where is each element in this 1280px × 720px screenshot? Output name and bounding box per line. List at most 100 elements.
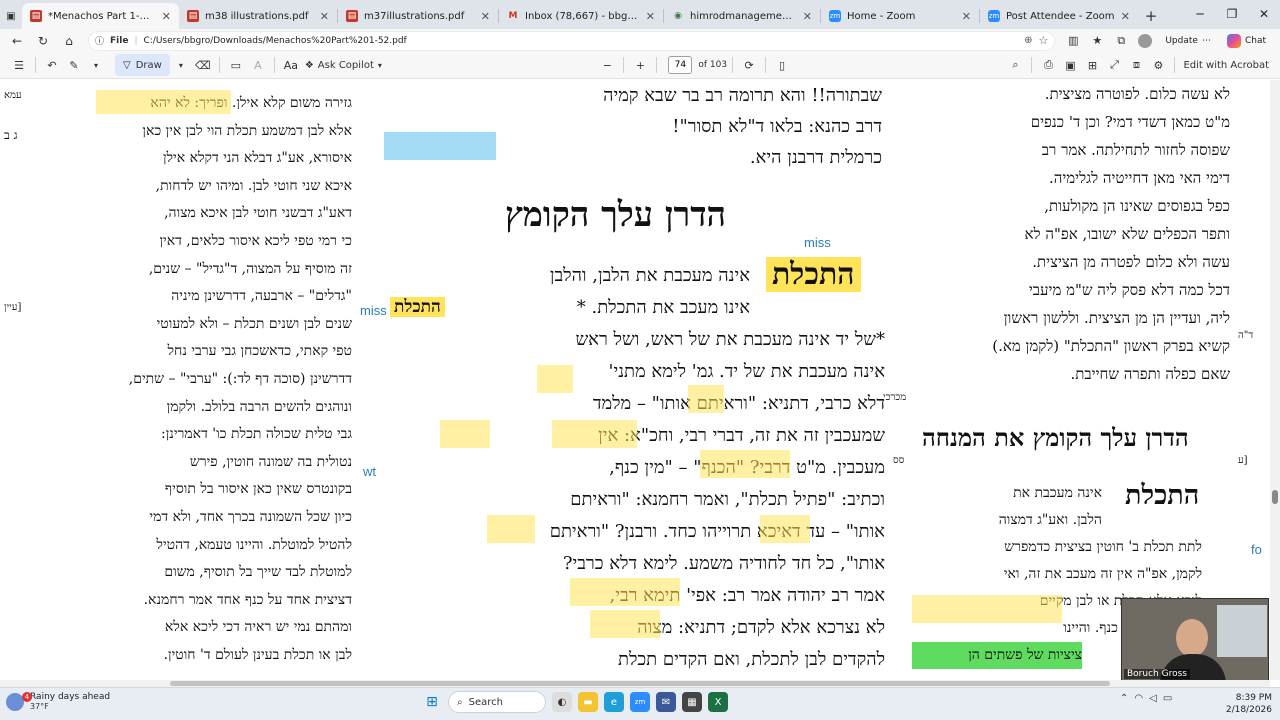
battery-icon[interactable]: ▭ (1163, 693, 1172, 704)
maximize-button[interactable]: ❐ (1216, 0, 1248, 28)
tray-chevron-icon[interactable]: ⌃ (1120, 693, 1128, 704)
new-tab-button[interactable]: + (1138, 3, 1164, 29)
save-icon[interactable]: ▣ (1059, 54, 1081, 76)
browser-nav-bar: ← ↻ ⌂ ⓘ File | C:/Users/bbgro/Downloads/… (0, 29, 1280, 52)
close-tab-icon[interactable]: ✕ (320, 10, 329, 23)
zoom-video-tile[interactable]: Boruch Gross (1121, 598, 1269, 682)
wifi-icon[interactable]: ◠ (1134, 693, 1143, 704)
favorites-icon[interactable]: ★ (1085, 30, 1109, 52)
draw-button[interactable]: ▽ Draw (115, 54, 170, 76)
margin-note: עמא (4, 90, 22, 101)
copilot-chat-button[interactable]: Chat (1219, 32, 1274, 50)
close-tab-icon[interactable]: ✕ (646, 10, 655, 23)
horizontal-scrollbar[interactable] (0, 680, 1270, 687)
toolbar-divider (732, 57, 734, 73)
text-line: למוטלת לבד שייך בל תוסיף, משום (164, 564, 352, 581)
text-line: אותו", כל חד לחודיה משמע. לימא דלא כרבי? (562, 553, 885, 574)
ask-copilot-button[interactable]: ❖ Ask Copilot ▾ (302, 54, 385, 76)
update-button[interactable]: Update ⋯ (1157, 32, 1219, 50)
tab-himrod[interactable]: ◉ himrodmanagementllc.manageb... ✕ (664, 3, 820, 29)
text-line: שבתורה!! והא תרומה רב בר שבא קמיה (603, 85, 882, 106)
highlight-pen-icon[interactable]: ✎ (63, 54, 85, 76)
scrollbar-thumb[interactable] (1272, 490, 1278, 504)
windows-start-icon[interactable]: ⊞ (422, 692, 442, 712)
close-tab-icon[interactable]: ✕ (962, 10, 971, 23)
weather-widget[interactable]: 4 Rainy days ahead 37°F (6, 691, 110, 711)
draw-icon: ▽ (123, 59, 131, 71)
collections-icon[interactable]: ⧉ (1109, 30, 1133, 52)
toolbar-divider (765, 57, 767, 73)
scrollbar-thumb[interactable] (170, 681, 1110, 686)
tab-label: Inbox (78,667) - bbgross10@gm... (525, 10, 640, 22)
print-icon[interactable]: ⎙ (1037, 54, 1059, 76)
text-line: וכתיב: "פתיל תכלת", ואמר רחמנא: "וראיתם (570, 489, 885, 510)
minimize-button[interactable]: ─ (1184, 0, 1216, 28)
eraser-icon[interactable]: ⌫ (192, 54, 214, 76)
chat-app-icon[interactable]: ✉ (656, 692, 676, 712)
text-line: אינה מעכבת את של יד. גמ' לימא מתני' (608, 361, 885, 382)
speaker-icon[interactable]: ◁ (1149, 693, 1157, 704)
profile-avatar-icon[interactable] (1133, 30, 1157, 52)
text-line: ומהתם נמי יש ראיה דכי ליכא אלא (164, 619, 352, 636)
right-chapter-end-heading: הדרן עלך הקומץ את המנחה (922, 423, 1189, 452)
undo-icon[interactable]: ↶ (41, 54, 63, 76)
address-bar[interactable]: ⓘ File | C:/Users/bbgro/Downloads/Menach… (88, 30, 1056, 51)
refresh-icon[interactable]: ↻ (30, 30, 56, 52)
text-line: שאם כפלה ותפרה שחייבת. (1070, 365, 1230, 383)
close-window-button[interactable]: ✕ (1248, 0, 1280, 28)
contents-list-icon[interactable]: ☰ (8, 54, 30, 76)
home-icon[interactable]: ⌂ (56, 30, 82, 52)
pin-icon[interactable]: ⧈ (1125, 54, 1147, 76)
zoom-app-icon[interactable]: zm (630, 692, 650, 712)
split-screen-icon[interactable]: ▥ (1061, 30, 1085, 52)
rotate-icon[interactable]: ⟳ (738, 54, 760, 76)
close-tab-icon[interactable]: ✕ (481, 10, 490, 23)
page-number-input[interactable]: 74 (668, 56, 693, 74)
widgets-icon[interactable]: ◐ (552, 692, 572, 712)
close-tab-icon[interactable]: ✕ (803, 10, 812, 23)
store-icon[interactable]: ▦ (682, 692, 702, 712)
tab-m38-pdf[interactable]: ▤ m38 illustrations.pdf ✕ (179, 3, 337, 29)
read-aloud-icon[interactable]: Aa (280, 54, 302, 76)
close-tab-icon[interactable]: ✕ (162, 10, 171, 23)
draw-dropdown-icon[interactable]: ▾ (170, 54, 192, 76)
text-line: זה מוסיף על המצוה, ד"גדיל" – שנים, (148, 260, 352, 277)
toolbar-divider (1031, 57, 1033, 73)
text-line: דלא כרבי, דתניא: "וראיתם אותו" – מלמד (592, 393, 885, 414)
address-divider: | (134, 35, 138, 46)
settings-gear-icon[interactable]: ⚙ (1147, 54, 1169, 76)
search-icon[interactable]: ⌕ (1004, 54, 1026, 76)
edit-with-acrobat-button[interactable]: Edit with Acrobat (1180, 54, 1272, 76)
taskbar-clock[interactable]: 8:39 PM 2/18/2026 (1204, 692, 1272, 716)
highlight-dropdown-icon[interactable]: ▾ (85, 54, 107, 76)
add-text-icon[interactable]: A (247, 54, 269, 76)
text-line: שפוסה לחזור לתחילתה. אמר רב (1041, 141, 1230, 159)
tab-actions-icon[interactable]: ▣ (0, 3, 22, 29)
text-line: איסורא, אע"ג דבלא הני דקלא אילן (162, 150, 352, 167)
page-view-icon[interactable]: ▯ (771, 54, 793, 76)
view-icon[interactable]: ▭ (225, 54, 247, 76)
zoom-out-icon[interactable]: − (596, 54, 618, 76)
file-explorer-icon[interactable]: ▬ (578, 692, 598, 712)
edge-browser-icon[interactable]: e (604, 692, 624, 712)
text-line: דכל כמה דלא פסק ליה ש"מ מיעבי (1028, 281, 1230, 299)
close-tab-icon[interactable]: ✕ (1121, 10, 1130, 23)
taskbar-search[interactable]: ⌕ Search (448, 691, 546, 713)
fullscreen-icon[interactable]: ⤢ (1103, 54, 1125, 76)
weather-temp: 37°F (30, 702, 49, 711)
tab-menachos-pdf[interactable]: ▤ *Menachos Part 1-52.pdf ✕ (22, 3, 179, 29)
tab-gmail[interactable]: M Inbox (78,667) - bbgross10@gm... ✕ (499, 3, 663, 29)
save-as-icon[interactable]: ⊞ (1081, 54, 1103, 76)
zoom-in-page-icon[interactable]: ⊕ (1024, 35, 1032, 46)
vertical-scrollbar[interactable] (1270, 80, 1280, 680)
text-line: אינה מעכבת את (1013, 485, 1102, 501)
tab-zoom-post-attendee[interactable]: zm Post Attendee - Zoom ✕ (980, 3, 1138, 29)
excel-icon[interactable]: X (708, 692, 728, 712)
back-arrow-icon[interactable]: ← (4, 30, 30, 52)
gmail-icon: M (508, 11, 518, 21)
favorite-star-icon[interactable]: ☆ (1038, 34, 1048, 47)
tab-zoom-home[interactable]: zm Home - Zoom ✕ (821, 3, 979, 29)
zoom-in-icon[interactable]: + (629, 54, 651, 76)
chat-label: Chat (1244, 35, 1266, 46)
tab-m37-pdf[interactable]: ▤ m37illustrations.pdf ✕ (338, 3, 498, 29)
